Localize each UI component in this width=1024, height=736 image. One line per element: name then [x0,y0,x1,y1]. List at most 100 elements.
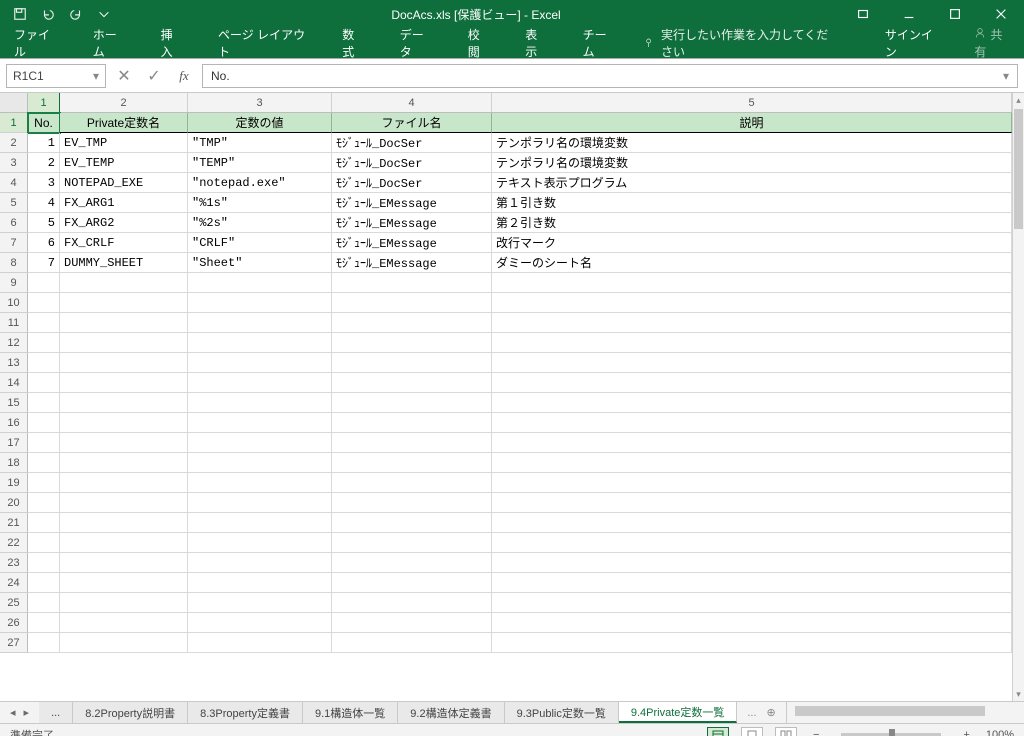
data-cell[interactable] [492,333,1012,353]
data-cell[interactable]: 4 [28,193,60,213]
data-cell[interactable] [60,573,188,593]
row-header[interactable]: 26 [0,613,28,633]
tab-formulas[interactable]: 数式 [336,26,369,60]
data-cell[interactable] [28,413,60,433]
data-cell[interactable] [28,613,60,633]
row-header[interactable]: 23 [0,553,28,573]
row-header[interactable]: 15 [0,393,28,413]
save-icon[interactable] [12,6,28,22]
col-header-1[interactable]: 1 [28,93,60,112]
new-sheet-icon[interactable]: ⊕ [767,706,776,719]
data-cell[interactable] [188,553,332,573]
data-cell[interactable]: FX_CRLF [60,233,188,253]
select-all-corner[interactable] [0,93,28,112]
data-cell[interactable] [60,393,188,413]
data-cell[interactable]: 2 [28,153,60,173]
data-cell[interactable] [492,533,1012,553]
zoom-in-button[interactable]: + [959,729,973,736]
row-header[interactable]: 10 [0,293,28,313]
data-cell[interactable] [60,453,188,473]
zoom-out-button[interactable]: − [809,729,823,736]
row-header[interactable]: 9 [0,273,28,293]
redo-icon[interactable] [68,6,84,22]
data-cell[interactable]: テキスト表示プログラム [492,173,1012,193]
data-cell[interactable] [332,633,492,653]
zoom-slider[interactable] [841,733,941,736]
vertical-scrollbar[interactable]: ▴ ▾ [1012,93,1024,701]
col-header-4[interactable]: 4 [332,93,492,112]
data-cell[interactable] [60,533,188,553]
sheet-next-icon[interactable]: ▸ [24,706,30,719]
data-cell[interactable]: テンポラリ名の環境変数 [492,153,1012,173]
data-cell[interactable] [188,513,332,533]
header-cell[interactable]: 説明 [492,113,1012,133]
data-cell[interactable] [332,273,492,293]
row-header[interactable]: 4 [0,173,28,193]
row-header[interactable]: 11 [0,313,28,333]
data-cell[interactable] [60,433,188,453]
tell-me-search[interactable]: 実行したい作業を入力してください [644,26,831,60]
data-cell[interactable] [60,333,188,353]
data-cell[interactable] [28,593,60,613]
data-cell[interactable] [332,473,492,493]
horizontal-scrollbar[interactable] [786,702,1024,723]
data-cell[interactable] [28,633,60,653]
data-cell[interactable] [60,473,188,493]
data-cell[interactable] [492,593,1012,613]
sheet-tab[interactable]: 8.2Property説明書 [73,702,188,723]
tab-data[interactable]: データ [394,26,438,60]
data-cell[interactable] [332,573,492,593]
col-header-2[interactable]: 2 [60,93,188,112]
data-cell[interactable] [28,573,60,593]
data-cell[interactable]: テンポラリ名の環境変数 [492,133,1012,153]
data-cell[interactable] [60,553,188,573]
data-cell[interactable] [492,373,1012,393]
row-header[interactable]: 13 [0,353,28,373]
minimize-icon[interactable] [886,0,932,28]
data-cell[interactable]: EV_TMP [60,133,188,153]
data-cell[interactable] [28,293,60,313]
data-cell[interactable] [332,313,492,333]
scroll-thumb[interactable] [1014,109,1023,229]
data-cell[interactable] [28,433,60,453]
data-cell[interactable] [332,533,492,553]
row-header[interactable]: 19 [0,473,28,493]
data-cell[interactable] [188,393,332,413]
data-cell[interactable]: "Sheet" [188,253,332,273]
data-cell[interactable]: "%2s" [188,213,332,233]
view-normal-icon[interactable] [707,727,729,736]
data-cell[interactable] [492,633,1012,653]
data-cell[interactable]: 1 [28,133,60,153]
data-cell[interactable] [188,473,332,493]
col-header-3[interactable]: 3 [188,93,332,112]
data-cell[interactable] [492,413,1012,433]
data-cell[interactable] [28,513,60,533]
sheet-tab[interactable]: 9.1構造体一覧 [303,702,398,723]
row-header[interactable]: 16 [0,413,28,433]
sheet-tab-overflow-right[interactable]: ... ⊕ [737,702,785,723]
data-cell[interactable] [332,333,492,353]
data-cell[interactable] [332,373,492,393]
tab-pagelayout[interactable]: ページ レイアウト [212,26,312,60]
data-cell[interactable] [492,273,1012,293]
row-header[interactable]: 22 [0,533,28,553]
data-cell[interactable] [60,493,188,513]
data-cell[interactable] [332,553,492,573]
scroll-down-icon[interactable]: ▾ [1013,687,1024,701]
data-cell[interactable]: ﾓｼﾞｭｰﾙ_EMessage [332,193,492,213]
data-cell[interactable] [188,433,332,453]
data-cell[interactable]: 第１引き数 [492,193,1012,213]
sheet-tab[interactable]: 9.2構造体定義書 [398,702,504,723]
data-cell[interactable] [28,473,60,493]
data-cell[interactable] [60,413,188,433]
data-cell[interactable] [492,453,1012,473]
data-cell[interactable]: NOTEPAD_EXE [60,173,188,193]
row-header[interactable]: 14 [0,373,28,393]
data-cell[interactable] [188,333,332,353]
data-cell[interactable] [332,493,492,513]
data-cell[interactable] [492,613,1012,633]
data-cell[interactable] [332,293,492,313]
data-cell[interactable] [332,433,492,453]
row-header[interactable]: 27 [0,633,28,653]
data-cell[interactable] [60,353,188,373]
